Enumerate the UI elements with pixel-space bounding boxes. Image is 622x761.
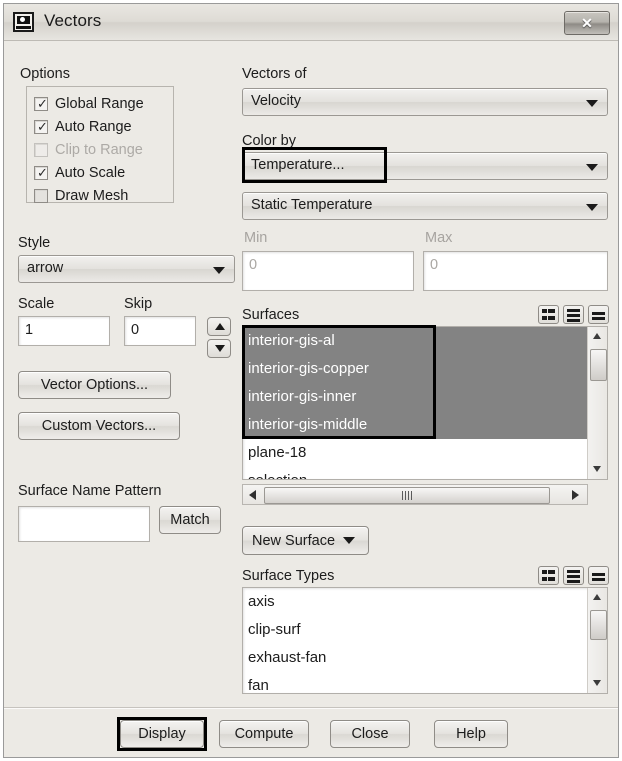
chevron-down-icon [586, 164, 598, 171]
scroll-left-icon[interactable] [244, 485, 263, 504]
scale-input[interactable]: 1 [18, 316, 110, 346]
list-item[interactable]: interior-gis-middle [243, 411, 588, 439]
list-item[interactable]: axis [243, 588, 588, 616]
surfaces-deselect-all-icon[interactable] [588, 305, 609, 324]
surface-types-select-all-icon[interactable] [563, 566, 584, 585]
min-input-value: 0 [249, 257, 258, 273]
max-label: Max [425, 230, 453, 246]
scale-label: Scale [18, 296, 55, 312]
chevron-down-icon [213, 267, 225, 274]
surface-types-vertical-scrollbar[interactable] [587, 588, 607, 693]
help-button[interactable]: Help [434, 720, 508, 748]
checkbox-auto-scale[interactable]: ✓ Auto Scale [34, 162, 168, 184]
surfaces-scroll-thumb[interactable] [590, 349, 607, 381]
vectors-dialog: Vectors ✕ Options ✓ Global Range ✓ Auto … [3, 3, 619, 758]
list-item[interactable]: selection [243, 467, 588, 479]
chevron-down-icon [586, 100, 598, 107]
checkbox-draw-mesh-label: Draw Mesh [55, 188, 129, 204]
surface-name-pattern-input[interactable] [18, 506, 150, 542]
min-input[interactable]: 0 [242, 251, 414, 291]
close-button[interactable]: ✕ [564, 11, 610, 35]
scroll-down-icon[interactable] [588, 461, 607, 478]
surface-types-deselect-all-icon[interactable] [588, 566, 609, 585]
surface-types-scroll-thumb[interactable] [590, 610, 607, 640]
skip-input[interactable]: 0 [124, 316, 196, 346]
checkbox-draw-mesh[interactable]: Draw Mesh [34, 185, 168, 207]
max-input-value: 0 [430, 257, 439, 273]
surfaces-listbox[interactable]: interior-gis-al interior-gis-copper inte… [242, 326, 608, 480]
checkbox-draw-mesh-box[interactable] [34, 189, 48, 203]
list-item[interactable]: clip-surf [243, 616, 588, 644]
skip-stepper-up[interactable] [207, 317, 231, 336]
surface-types-listbox[interactable]: axis clip-surf exhaust-fan fan [242, 587, 608, 694]
min-label: Min [244, 230, 268, 246]
list-item[interactable]: interior-gis-al [243, 327, 588, 355]
color-by-field-value: Static Temperature [251, 197, 373, 213]
checkbox-clip-to-range-label: Clip to Range [55, 142, 143, 158]
max-input[interactable]: 0 [423, 251, 608, 291]
surfaces-label: Surfaces [242, 307, 300, 323]
surfaces-horizontal-scrollbar[interactable] [242, 484, 588, 505]
color-by-label: Color by [242, 133, 296, 149]
style-label: Style [18, 235, 51, 251]
vectors-of-combo[interactable]: Velocity [242, 88, 608, 116]
new-surface-button[interactable]: New Surface [242, 526, 369, 555]
scroll-down-icon[interactable] [588, 675, 607, 692]
skip-stepper-down[interactable] [207, 339, 231, 358]
close-dialog-button[interactable]: Close [330, 720, 410, 748]
scroll-right-icon[interactable] [567, 485, 586, 504]
match-button[interactable]: Match [159, 506, 221, 534]
scroll-up-icon[interactable] [588, 328, 607, 345]
checkbox-clip-to-range-box [34, 143, 48, 157]
scroll-up-icon[interactable] [588, 589, 607, 606]
list-item[interactable]: interior-gis-inner [243, 383, 588, 411]
display-button[interactable]: Display [120, 720, 204, 748]
surfaces-hscroll-thumb[interactable] [264, 487, 550, 504]
checkbox-global-range-box[interactable]: ✓ [34, 97, 48, 111]
list-item[interactable]: interior-gis-copper [243, 355, 588, 383]
vectors-of-label: Vectors of [242, 66, 307, 82]
style-combo[interactable]: arrow [18, 255, 235, 283]
checkbox-auto-range-box[interactable]: ✓ [34, 120, 48, 134]
list-item[interactable]: fan [243, 672, 588, 693]
checkbox-global-range-label: Global Range [55, 96, 144, 112]
surface-types-label: Surface Types [242, 568, 335, 584]
close-icon: ✕ [581, 14, 593, 31]
color-by-combo[interactable]: Temperature... [242, 152, 608, 180]
style-combo-value: arrow [27, 260, 64, 276]
checkbox-auto-scale-box[interactable]: ✓ [34, 166, 48, 180]
list-item[interactable]: plane-18 [243, 439, 588, 467]
chevron-down-icon [586, 204, 598, 211]
skip-input-value: 0 [131, 322, 140, 338]
options-group-label: Options [20, 66, 70, 82]
surfaces-vertical-scrollbar[interactable] [587, 327, 607, 479]
checkbox-clip-to-range: Clip to Range [34, 139, 168, 161]
surface-name-pattern-label: Surface Name Pattern [18, 483, 162, 499]
surface-types-select-filter-icon[interactable] [538, 566, 559, 585]
scale-input-value: 1 [25, 322, 34, 338]
vectors-of-value: Velocity [251, 93, 301, 109]
title-bar: Vectors ✕ [4, 4, 618, 41]
grip-icon [402, 491, 412, 500]
vector-options-button[interactable]: Vector Options... [18, 371, 171, 399]
color-by-field-combo[interactable]: Static Temperature [242, 192, 608, 220]
surfaces-select-filter-icon[interactable] [538, 305, 559, 324]
checkbox-auto-range-label: Auto Range [55, 119, 132, 135]
window-title: Vectors [44, 11, 102, 30]
custom-vectors-button[interactable]: Custom Vectors... [18, 412, 180, 440]
chevron-down-icon [343, 537, 356, 544]
checkbox-auto-scale-label: Auto Scale [55, 165, 126, 181]
footer-divider [4, 707, 618, 708]
checkbox-auto-range[interactable]: ✓ Auto Range [34, 116, 168, 138]
compute-button[interactable]: Compute [219, 720, 309, 748]
surfaces-select-all-icon[interactable] [563, 305, 584, 324]
color-by-value: Temperature... [251, 157, 345, 173]
skip-label: Skip [124, 296, 153, 312]
vectors-app-icon [13, 12, 34, 32]
new-surface-label: New Surface [252, 532, 336, 549]
list-item[interactable]: exhaust-fan [243, 644, 588, 672]
checkbox-global-range[interactable]: ✓ Global Range [34, 93, 168, 115]
